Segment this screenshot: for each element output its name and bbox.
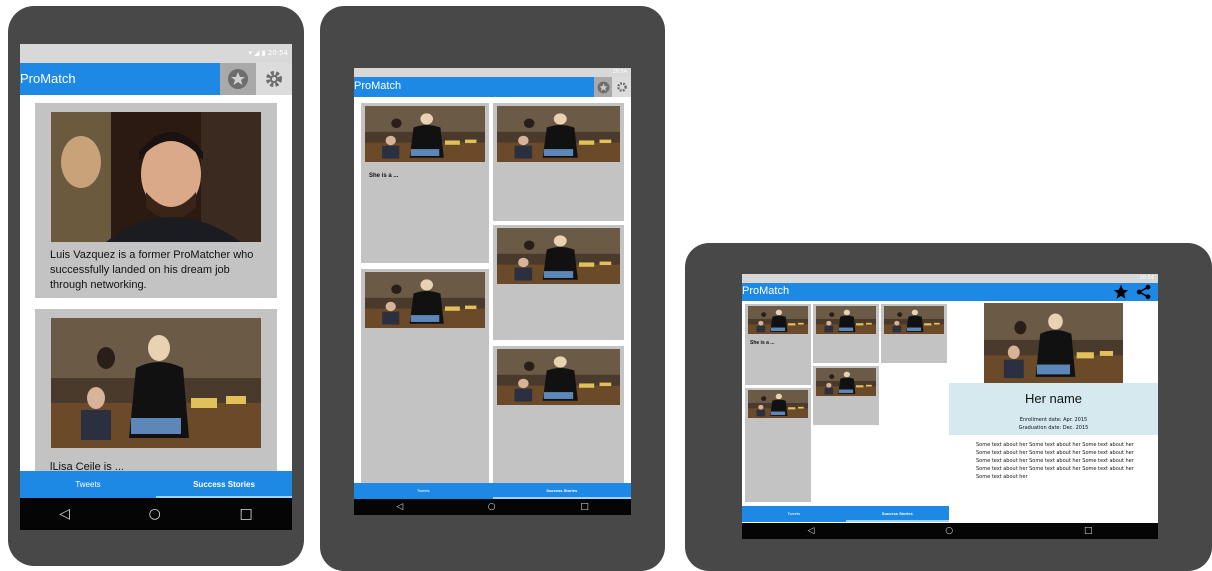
star-icon: [597, 81, 609, 93]
status-bar: ▾ ◢ ▮ 20:54: [20, 44, 292, 63]
favorites-button[interactable]: [594, 77, 612, 97]
back-icon[interactable]: ◁: [807, 526, 814, 536]
tab-tweets[interactable]: Tweets: [20, 471, 156, 498]
status-bar: 20:54: [742, 274, 1158, 283]
status-time: 20:54: [612, 69, 627, 75]
story-detail: Her name Enrollment date: Apr. 2015 Grad…: [949, 301, 1158, 523]
story-photo: [497, 349, 620, 405]
back-icon[interactable]: ◁: [59, 506, 70, 522]
home-icon[interactable]: ○: [945, 526, 953, 536]
enrollment-date: Enrollment date: Apr. 2015: [1019, 417, 1088, 423]
share-icon[interactable]: [1136, 284, 1152, 300]
gear-icon: [266, 71, 282, 87]
star-icon[interactable]: [1113, 284, 1129, 300]
home-icon[interactable]: ○: [149, 506, 161, 522]
story-card[interactable]: [813, 304, 879, 363]
story-card[interactable]: lLisa Ceile is ...: [35, 309, 277, 479]
settings-button[interactable]: [612, 77, 631, 97]
story-card[interactable]: [361, 269, 489, 483]
recents-icon[interactable]: □: [239, 506, 252, 522]
settings-button[interactable]: [256, 63, 292, 95]
story-card[interactable]: She is a ...: [745, 304, 811, 385]
story-card[interactable]: [493, 225, 624, 340]
story-photo: [365, 106, 485, 162]
detail-name: Her name: [1024, 391, 1083, 406]
story-caption: She is a ...: [369, 173, 399, 179]
nav-bar: ◁ ○ □: [742, 523, 1158, 539]
story-caption: Luis Vazquez is a former ProMatcher who …: [50, 249, 254, 291]
app-bar: ProMatch: [354, 77, 594, 97]
story-card[interactable]: [745, 388, 811, 502]
recents-icon[interactable]: □: [580, 502, 589, 512]
app-title: ProMatch: [742, 285, 790, 297]
tablet-device: 20:54 ProMatch She is a ... Tweets Succe…: [320, 6, 665, 571]
story-photo: [365, 272, 485, 328]
recents-icon[interactable]: □: [1084, 526, 1093, 536]
story-photo: [884, 306, 944, 334]
signal-icon: ◢: [254, 49, 260, 57]
app-bar: ProMatch: [742, 283, 1158, 301]
back-icon[interactable]: ◁: [396, 502, 403, 512]
story-photo: [51, 112, 261, 242]
story-photo: [748, 390, 808, 418]
star-icon: [228, 69, 248, 89]
graduation-date: Graduation date: Dec. 2015: [1018, 425, 1089, 431]
gear-icon: [616, 82, 627, 92]
story-photo: [51, 318, 261, 448]
story-photo: [497, 106, 620, 162]
battery-icon: ▮: [261, 49, 266, 57]
app-bar: ProMatch: [20, 63, 220, 95]
status-time: 20:54: [1139, 275, 1154, 281]
tab-bar: Tweets Success Stories: [20, 471, 292, 498]
favorites-button[interactable]: [220, 63, 256, 95]
story-photo: [497, 228, 620, 284]
story-card[interactable]: [881, 304, 947, 363]
story-card[interactable]: [813, 366, 879, 425]
nav-bar: ◁ ○ □: [354, 499, 631, 515]
tab-success-stories[interactable]: Success Stories: [492, 483, 631, 499]
tab-tweets[interactable]: Tweets: [354, 483, 493, 499]
tab-tweets[interactable]: Tweets: [742, 506, 846, 522]
tab-success-stories[interactable]: Success Stories: [156, 471, 292, 498]
status-bar: 20:54: [354, 68, 631, 77]
status-time: 20:54: [267, 49, 288, 57]
tablet-landscape-screen: 20:54 ProMatch She is a ... Her name Enr…: [742, 274, 1158, 539]
story-photo: [748, 306, 808, 334]
detail-photo: [984, 303, 1123, 383]
stories-list[interactable]: Luis Vazquez is a former ProMatcher who …: [20, 95, 292, 479]
story-card[interactable]: Luis Vazquez is a former ProMatcher who …: [35, 103, 277, 298]
app-title: ProMatch: [354, 80, 402, 92]
app-title: ProMatch: [20, 71, 76, 86]
stories-grid[interactable]: She is a ...: [742, 301, 949, 506]
story-card[interactable]: [493, 346, 624, 483]
detail-body: Some text about her Some text about her …: [976, 442, 1134, 480]
story-photo: [816, 306, 876, 334]
story-card[interactable]: She is a ...: [361, 103, 489, 263]
detail-header: Her name Enrollment date: Apr. 2015 Grad…: [949, 383, 1158, 435]
wifi-icon: ▾: [248, 49, 252, 57]
tablet-landscape-device: 20:54 ProMatch She is a ... Her name Enr…: [685, 243, 1212, 571]
phone-screen: ▾ ◢ ▮ 20:54 ProMatch Luis Vazquez is a f…: [20, 44, 292, 530]
stories-grid[interactable]: She is a ...: [354, 97, 631, 483]
home-icon[interactable]: ○: [488, 502, 496, 512]
story-caption: She is a ...: [750, 340, 775, 346]
tab-success-stories[interactable]: Success Stories: [845, 506, 949, 522]
tab-bar: Tweets Success Stories: [742, 506, 949, 522]
story-card[interactable]: [493, 103, 624, 221]
story-photo: [816, 368, 876, 396]
tablet-screen: 20:54 ProMatch She is a ... Tweets Succe…: [354, 68, 631, 515]
phone-device: ▾ ◢ ▮ 20:54 ProMatch Luis Vazquez is a f…: [8, 6, 304, 566]
nav-bar: ◁ ○ □: [20, 498, 292, 530]
tab-bar: Tweets Success Stories: [354, 483, 631, 499]
